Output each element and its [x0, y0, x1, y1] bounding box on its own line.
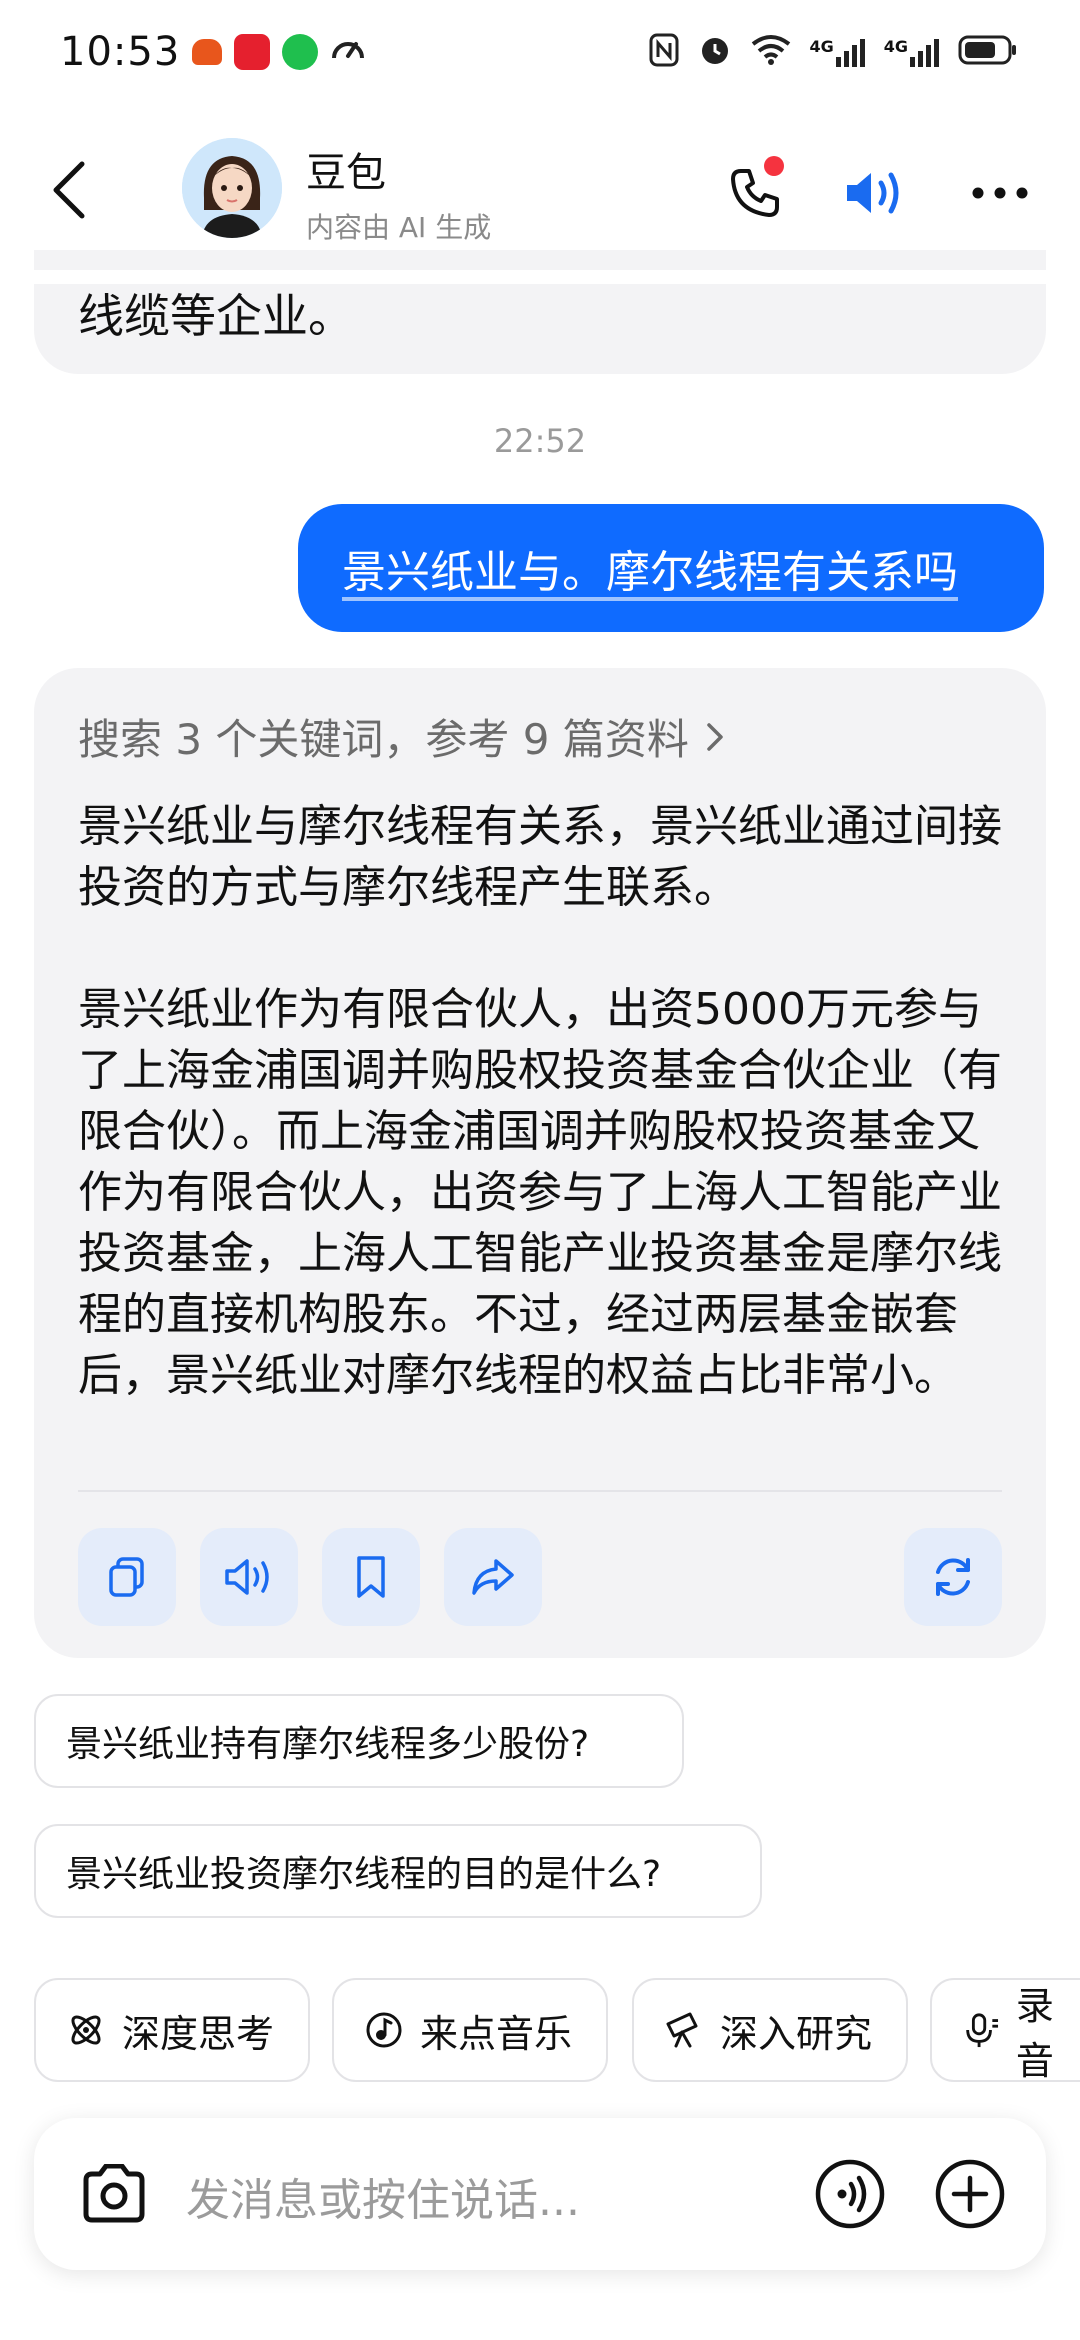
wechat-icon [282, 34, 319, 70]
camera-button[interactable] [76, 2156, 152, 2232]
bot-answer-bubble: 搜索 3 个关键词，参考 9 篇资料 景兴纸业与摩尔线程有关系，景兴纸业通过间接… [34, 668, 1046, 1658]
regenerate-button[interactable] [904, 1528, 1002, 1626]
back-arrow-icon [53, 161, 85, 219]
answer-text: 景兴纸业与摩尔线程有关系，景兴纸业通过间接投资的方式与摩尔线程产生联系。 景兴纸… [78, 796, 1008, 1406]
speed-icon [330, 32, 366, 72]
answer-paragraph: 景兴纸业作为有限合伙人，出资5000万元参与了上海金浦国调并购股权投资基金合伙企… [78, 984, 1002, 1401]
speaker-button[interactable] [836, 158, 916, 228]
bot-name: 豆包 [306, 150, 386, 196]
atom-icon [71, 2015, 101, 2045]
avatar-image [182, 138, 282, 238]
voice-wave-icon [815, 2159, 885, 2229]
previous-message-text: 线缆等企业。 [78, 289, 354, 343]
refresh-icon [936, 1558, 970, 1596]
telescope-icon [666, 2012, 698, 2048]
answer-paragraph: 景兴纸业与摩尔线程有关系，景兴纸业通过间接投资的方式与摩尔线程产生联系。 [78, 801, 1002, 913]
chip-label: 来点音乐 [420, 2011, 573, 2056]
music-icon [366, 2012, 402, 2048]
user-message-text: 景兴纸业与。摩尔线程有关系吗 [342, 547, 958, 598]
nfc-icon [649, 33, 679, 71]
suggestion-text: 景兴纸业投资摩尔线程的目的是什么? [66, 1854, 662, 1895]
timestamp: 22:52 [493, 422, 587, 460]
share-button[interactable] [444, 1528, 542, 1626]
signal-icon-2: 4G [884, 37, 940, 67]
app-notification-icon [192, 39, 223, 65]
header-divider [0, 270, 1080, 284]
signal-icon-1: 4G [809, 37, 865, 67]
mic-icon [966, 2013, 999, 2048]
status-bar: 10:53 4G 4G [0, 0, 1080, 104]
wifi-icon [751, 34, 791, 70]
notification-dot [764, 156, 784, 176]
divider [78, 1490, 1002, 1492]
message-input[interactable]: 发消息或按住说话... [186, 2164, 580, 2228]
deep-research-chip[interactable]: 深入研究 [632, 1978, 908, 2082]
search-summary-text: 搜索 3 个关键词，参考 9 篇资料 [78, 715, 689, 764]
status-time: 10:53 [60, 29, 181, 75]
avatar[interactable] [182, 138, 282, 238]
message-input-bar: 发消息或按住说话... [34, 2118, 1046, 2270]
bookmark-button[interactable] [322, 1528, 420, 1626]
bot-subtitle: 内容由 AI 生成 [306, 211, 492, 244]
search-summary[interactable]: 搜索 3 个关键词，参考 9 篇资料 [78, 706, 727, 767]
network-label-1: 4G [809, 37, 834, 56]
previous-bot-message: 线缆等企业。 [34, 250, 1046, 374]
status-right: 4G 4G [649, 32, 1018, 72]
video-app-icon [234, 34, 271, 70]
chevron-right-icon [707, 722, 723, 751]
copy-icon [109, 1557, 144, 1597]
add-button[interactable] [930, 2154, 1010, 2234]
suggestion-chip[interactable]: 景兴纸业投资摩尔线程的目的是什么? [34, 1824, 762, 1918]
speaker-outline-icon [225, 1559, 269, 1595]
chip-label: 录音 [1015, 1984, 1054, 2083]
user-message-bubble[interactable]: 景兴纸业与。摩尔线程有关系吗 [298, 504, 1044, 632]
camera-icon [83, 2164, 145, 2223]
music-chip[interactable]: 来点音乐 [332, 1978, 608, 2082]
battery-icon [958, 34, 1018, 70]
bookmark-icon [357, 1556, 385, 1598]
chip-label: 深入研究 [720, 2011, 873, 2056]
copy-button[interactable] [78, 1528, 176, 1626]
more-button[interactable] [960, 158, 1040, 228]
more-dots-icon [972, 187, 1028, 199]
network-label-2: 4G [883, 37, 908, 56]
suggestion-text: 景兴纸业持有摩尔线程多少股份? [66, 1724, 590, 1765]
share-arrow-icon [472, 1559, 514, 1595]
phone-call-button[interactable] [720, 156, 790, 228]
suggestion-chip[interactable]: 景兴纸业持有摩尔线程多少股份? [34, 1694, 684, 1788]
status-left: 10:53 [60, 29, 366, 75]
record-chip[interactable]: 录音 [930, 1978, 1080, 2083]
title-block: 豆包 内容由 AI 生成 [306, 140, 491, 246]
alarm-icon [697, 32, 733, 72]
plus-circle-icon [935, 2159, 1005, 2229]
speaker-icon [847, 172, 899, 214]
deep-think-chip[interactable]: 深度思考 [34, 1978, 310, 2082]
back-button[interactable] [40, 150, 100, 230]
read-aloud-button[interactable] [200, 1528, 298, 1626]
chat-header: 豆包 内容由 AI 生成 [0, 110, 1080, 270]
chip-label: 深度思考 [122, 2011, 275, 2056]
voice-call-button[interactable] [810, 2154, 890, 2234]
